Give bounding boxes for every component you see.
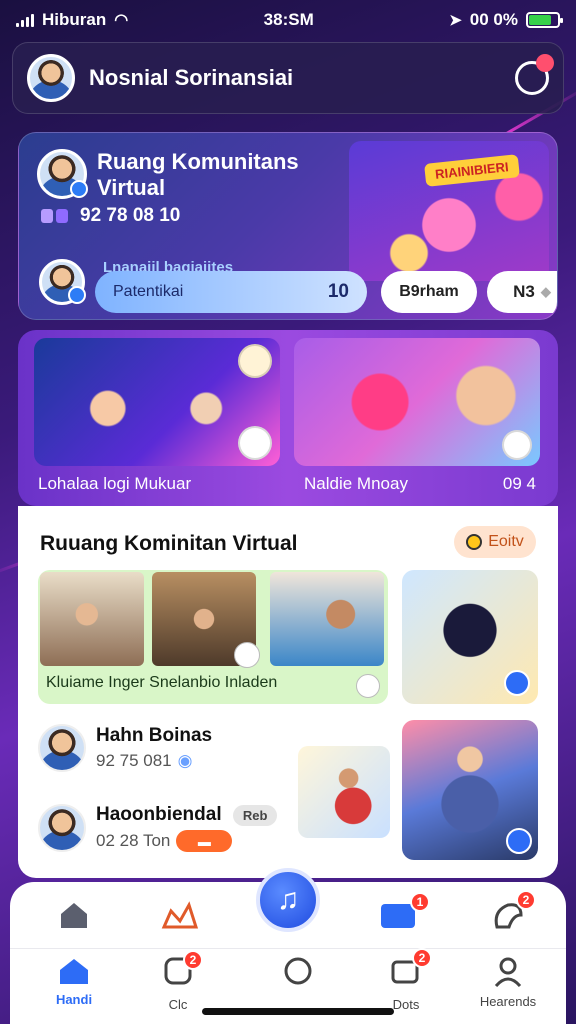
group-icon: ◉ xyxy=(177,751,193,770)
points-pill[interactable]: Patentikai 10 xyxy=(95,271,367,313)
sticker-nav-icon[interactable]: 2 xyxy=(488,890,536,932)
music-fab-button[interactable]: ♫ xyxy=(256,868,320,932)
more-button-label: N3 xyxy=(513,282,535,301)
user-name-text: Haoonbiendal xyxy=(96,804,222,825)
tab-home[interactable]: Handi xyxy=(34,956,114,1007)
chevron-icon: ◆ xyxy=(540,284,551,299)
user-tag: Reb xyxy=(232,805,278,826)
message-icon[interactable]: 1 xyxy=(378,892,430,932)
carrier-label: Hiburan xyxy=(42,10,107,29)
community-stats: 92 78 08 10 xyxy=(41,205,180,227)
community-card[interactable]: Ruang Komunitans Virtual 92 78 08 10 RIA… xyxy=(18,132,558,320)
member-avatar[interactable] xyxy=(39,259,86,305)
tab-badge: 2 xyxy=(183,950,203,970)
tab-dots[interactable]: 2 Dots xyxy=(366,948,446,1012)
profile-avatar[interactable] xyxy=(27,54,75,102)
tab-label: Dots xyxy=(392,997,420,1012)
home-outline-icon[interactable] xyxy=(56,898,92,932)
crown-icon[interactable] xyxy=(160,900,200,932)
page-title: Nosnial Sorinansiai xyxy=(89,65,294,90)
edit-button-label: Eoitv xyxy=(488,533,524,550)
verified-badge-icon xyxy=(68,286,86,304)
community-stats-value: 92 78 08 10 xyxy=(80,205,181,226)
gallery-caption: Kluiame Inger Snelanbio Inladen xyxy=(46,674,278,691)
avatar[interactable] xyxy=(38,724,86,772)
feature-card-music[interactable] xyxy=(34,338,280,466)
feature-band: Lohalaa logi Mukuar Naldie Mnoay 09 4 xyxy=(18,330,558,506)
signal-icon xyxy=(16,13,34,27)
join-button[interactable]: B9rham xyxy=(381,271,477,313)
community-avatar[interactable] xyxy=(37,149,88,199)
feature-caption-3: 09 4 xyxy=(502,474,536,493)
user-stat: 92 75 081 xyxy=(96,751,172,770)
action-chip[interactable]: ▬ xyxy=(176,830,233,852)
more-button[interactable]: N3 ◆ xyxy=(487,271,557,313)
guitar-media-card[interactable] xyxy=(402,720,538,860)
sticker-icon xyxy=(234,642,260,668)
smile-icon xyxy=(466,534,483,550)
profile-icon xyxy=(494,957,522,988)
list-item[interactable]: Hahn Boinas 92 75 081 ◉ xyxy=(38,724,212,772)
notifications-icon[interactable] xyxy=(515,54,554,95)
sticker-badge: 2 xyxy=(516,890,536,910)
laptop-illustration xyxy=(298,746,390,838)
message-badge: 1 xyxy=(410,892,430,912)
home-indicator xyxy=(202,1008,394,1015)
battery-text: 00 0% xyxy=(469,10,518,29)
feature-card-heart[interactable] xyxy=(294,338,540,466)
list-item[interactable]: Haoonbiendal Reb 02 28 Ton ▬ xyxy=(38,804,278,852)
sticker-icon xyxy=(238,426,272,460)
chat-bubble-icon xyxy=(284,957,312,985)
community-title: Ruang Komunitans Virtual xyxy=(97,149,299,200)
tab-badge: 2 xyxy=(412,948,432,968)
app-header: Nosnial Sorinansiai xyxy=(12,42,564,114)
battery-icon xyxy=(526,12,563,28)
tab-label: Hearends xyxy=(479,994,537,1009)
arrow-icon[interactable] xyxy=(504,670,530,696)
content-panel: Ruuang Kominitan Virtual Eoitv Kluiame I… xyxy=(18,506,558,878)
gallery-photo[interactable] xyxy=(40,572,144,666)
status-time: 38:SM xyxy=(263,10,314,29)
status-bar: Hiburan ◠ 38:SM ➤ 00 0% xyxy=(0,0,576,40)
gallery-photo[interactable] xyxy=(270,572,384,666)
feature-caption-1: Lohalaa logi Mukuar xyxy=(38,474,192,493)
location-icon: ➤ xyxy=(449,12,462,29)
illustration-sign: RIAINIBIERI xyxy=(424,154,520,187)
section-title: Ruuang Kominitan Virtual xyxy=(40,532,298,555)
sparkle-icon xyxy=(238,344,272,378)
tab-stickers[interactable]: 2 Clc xyxy=(138,950,218,1012)
gallery-action-icon[interactable] xyxy=(356,674,380,698)
photo-gallery[interactable]: Kluiame Inger Snelanbio Inladen xyxy=(38,570,388,704)
bottom-navigation: ♫ 1 2 Handi 2 Clc 2 Dots Hearends xyxy=(10,868,566,1024)
home-icon xyxy=(60,959,88,984)
verified-badge-icon xyxy=(70,180,88,198)
members-icon xyxy=(41,209,68,223)
points-pill-value: 10 xyxy=(327,281,349,302)
phone-media-card[interactable] xyxy=(402,570,538,704)
wifi-icon: ◠ xyxy=(114,12,129,29)
community-illustration: RIAINIBIERI xyxy=(349,141,549,281)
arrow-icon[interactable] xyxy=(506,828,532,854)
user-name: Hahn Boinas xyxy=(96,725,213,746)
nav-top-row: ♫ 1 2 xyxy=(10,868,566,948)
share-icon xyxy=(502,430,532,460)
edit-button[interactable]: Eoitv xyxy=(454,526,536,558)
user-stat: 02 28 Ton xyxy=(96,831,171,850)
tab-label: Handi xyxy=(55,992,93,1007)
tab-label: Clc xyxy=(168,997,188,1012)
nav-divider xyxy=(10,948,566,949)
tab-chat[interactable] xyxy=(258,956,338,994)
tab-profile[interactable]: Hearends xyxy=(468,956,548,1009)
points-pill-label: Patentikai xyxy=(113,283,184,300)
user-name: Haoonbiendal Reb xyxy=(96,804,278,826)
feature-caption-2: Naldie Mnoay xyxy=(304,474,408,493)
avatar[interactable] xyxy=(38,804,86,852)
